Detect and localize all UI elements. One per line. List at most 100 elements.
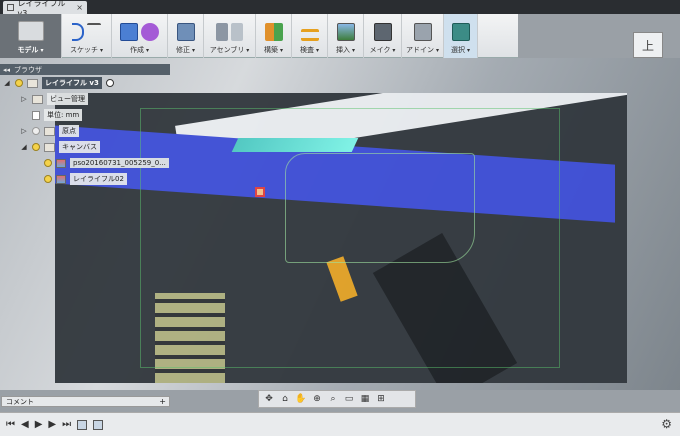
canvas-anchor-point[interactable] [255,187,265,197]
browser-header[interactable]: ◂◂ ブラウザ [0,64,170,75]
navigation-bar: ✥ ⌂ ✋ ⊕ ⌕ ▭ ▦ ⊞ [258,390,416,408]
browser-item-canvas-image[interactable]: pso20160731_005259_0... [0,155,170,171]
insert-label: 挿入 [336,45,355,55]
browser-panel: ◂◂ ブラウザ ◢ レイライフル v3 ▷ ビュー管理 単位: mm ▷ 原点 … [0,64,170,187]
visibility-bulb-icon[interactable] [44,159,52,167]
browser-item-canvas-rayrifle[interactable]: レイライフル02 [0,171,170,187]
document-tab-bar: レイライフル v3 × [0,0,680,18]
insert-menu[interactable]: 挿入 [328,14,364,58]
select-label: 選択 [451,45,470,55]
zoom-icon[interactable]: ⊕ [311,393,323,405]
modify-icon [176,23,195,41]
inspect-menu[interactable]: 検査 [292,14,328,58]
visibility-bulb-icon[interactable] [32,143,40,151]
inspect-label: 検査 [300,45,319,55]
create-label: 作成 [130,45,149,55]
grid-settings-icon[interactable]: ▦ [359,393,371,405]
addins-menu[interactable]: アドイン [402,14,444,58]
expand-arrow-icon[interactable]: ▷ [20,95,28,103]
browser-item-label: 単位: mm [44,109,83,121]
folder-icon [44,126,55,136]
visibility-bulb-icon[interactable] [15,79,23,87]
viewcube[interactable]: 上 [633,32,663,58]
browser-item-origin[interactable]: ▷ 原点 [0,123,170,139]
folder-icon [32,94,43,104]
go-to-start-icon[interactable]: ⏮ [6,419,15,430]
addins-label: アドイン [406,45,439,55]
timeline-settings-gear-icon[interactable]: ⚙ [661,417,672,431]
viewcube-face-label: 上 [641,38,654,53]
add-comment-icon[interactable]: + [159,397,166,406]
select-menu[interactable]: 選択 [444,14,478,58]
extrude-box-icon [120,23,138,41]
measure-icon [300,29,319,41]
sketch-label: スケッチ [70,45,103,55]
construct-plane-icon [264,23,283,41]
make-label: メイク [370,45,396,55]
construct-menu[interactable]: 構築 [256,14,292,58]
browser-item-label: レイライフル02 [70,173,127,185]
joint-icon [216,23,228,41]
folder-icon [44,142,55,152]
step-forward-icon[interactable]: ▶ [48,419,56,430]
model-workspace-icon [17,21,44,41]
browser-item-label: ビュー管理 [47,93,88,105]
timeline-bar: ⏮ ◀ ▶ ▶ ⏭ ⚙ [0,412,680,436]
modify-label: 修正 [176,45,195,55]
browser-item-label: キャンバス [59,141,100,153]
step-back-icon[interactable]: ◀ [21,419,29,430]
motion-link-icon [231,23,243,41]
sketch-profile [285,153,475,263]
browser-item-canvases[interactable]: ◢ キャンバス [0,139,170,155]
comment-panel[interactable]: コメント + [1,396,170,407]
canvas-image-icon [56,174,66,184]
assemble-menu[interactable]: アセンブリ [204,14,256,58]
sketch-menu[interactable]: スケッチ [62,14,112,58]
construct-label: 構築 [264,45,283,55]
insert-image-icon [336,23,355,41]
make-menu[interactable]: メイク [364,14,402,58]
activate-radio-icon[interactable] [105,79,114,87]
assemble-label: アセンブリ [210,45,250,55]
close-tab-icon[interactable]: × [76,3,83,12]
create-menu[interactable]: 作成 [112,14,168,58]
timeline-canvas-feature[interactable] [77,419,88,430]
expand-arrow-icon[interactable]: ◢ [3,79,11,87]
sketch-icon [72,23,84,41]
make-3d-print-icon [373,23,392,41]
browser-item-label: 原点 [59,125,79,137]
fit-zoom-icon[interactable]: ⌕ [327,393,339,405]
display-settings-icon[interactable]: ▭ [343,393,355,405]
look-at-icon[interactable]: ⌂ [279,393,291,405]
browser-item-units[interactable]: 単位: mm [0,107,170,123]
workspace-switcher[interactable]: モデル [0,14,62,58]
document-tab[interactable]: レイライフル v3 × [3,0,87,18]
addins-gear-icon [413,23,432,41]
document-icon [7,4,14,11]
orbit-icon[interactable]: ✥ [263,393,275,405]
workspace-label: モデル [17,45,43,55]
modify-menu[interactable]: 修正 [168,14,204,58]
visibility-bulb-icon[interactable] [32,127,40,135]
timeline-canvas-feature[interactable] [93,419,104,430]
go-to-end-icon[interactable]: ⏭ [62,419,71,430]
sketch-dimension-icon [87,23,101,35]
play-icon[interactable]: ▶ [35,419,43,430]
browser-title: ブラウザ [14,65,43,74]
browser-item-label: pso20160731_005259_0... [70,158,169,168]
collapse-browser-icon[interactable]: ◂◂ [3,66,10,74]
document-units-icon [32,110,40,120]
viewports-icon[interactable]: ⊞ [375,393,387,405]
select-arrow-icon [451,23,470,41]
visibility-bulb-icon[interactable] [44,175,52,183]
root-component-label: レイライフル v3 [42,77,102,89]
main-toolbar: モデル スケッチ 作成 修正 アセンブリ 構築 検査 挿入 [0,14,518,58]
expand-arrow-icon[interactable]: ▷ [20,127,28,135]
browser-root-node[interactable]: ◢ レイライフル v3 [0,75,170,91]
form-sphere-icon [141,23,159,41]
canvas-image-icon [56,158,66,168]
pan-icon[interactable]: ✋ [295,393,307,405]
comment-label: コメント [6,397,34,406]
expand-arrow-icon[interactable]: ◢ [20,143,28,151]
browser-item-named-views[interactable]: ▷ ビュー管理 [0,91,170,107]
